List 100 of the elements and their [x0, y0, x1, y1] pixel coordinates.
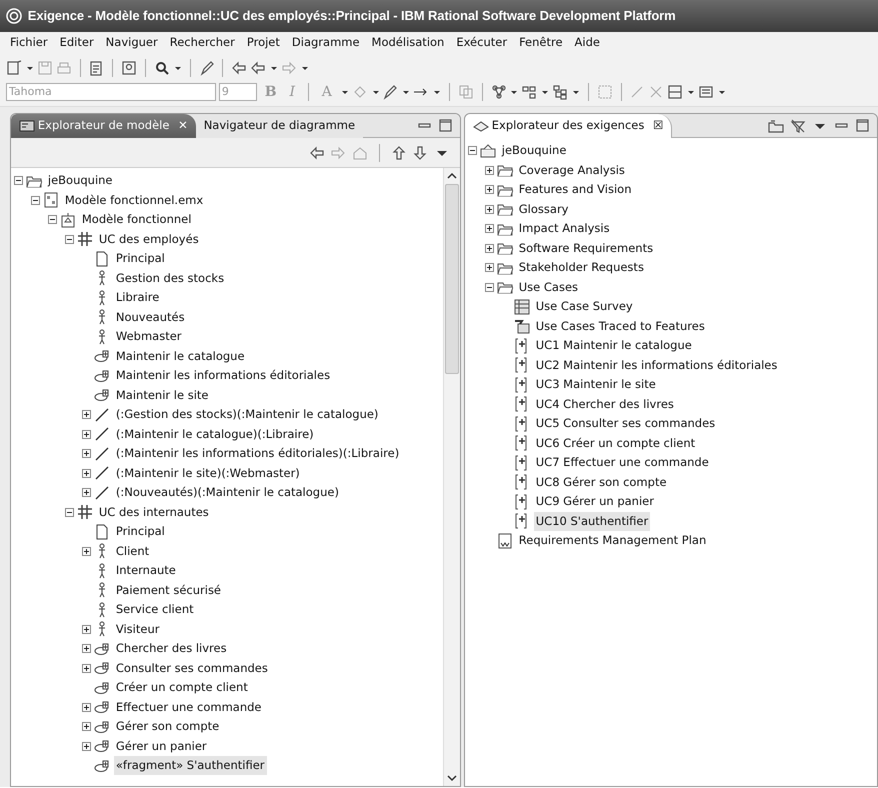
tree-item[interactable]: UC1 Maintenir le catalogue	[534, 336, 694, 356]
expand-toggle[interactable]	[82, 546, 91, 556]
tree-item[interactable]: Maintenir le catalogue	[114, 346, 247, 366]
down-icon[interactable]	[412, 144, 428, 160]
tree-item[interactable]: Client	[114, 542, 152, 561]
tree-item[interactable]: Use Case Survey	[534, 297, 635, 316]
tree-item[interactable]: Principal	[114, 249, 167, 268]
tree-item[interactable]: Webmaster	[114, 327, 184, 346]
close-icon[interactable]: ✕	[178, 117, 188, 135]
tree-item[interactable]: (:Gestion des stocks)(:Maintenir le catalogue)	[114, 405, 380, 424]
menu-item[interactable]: Exécuter	[450, 32, 514, 54]
tree-item[interactable]: Modèle fonctionnel	[80, 210, 194, 230]
folder-stack-icon[interactable]	[768, 118, 784, 134]
tree-item[interactable]: UC3 Maintenir le site	[534, 375, 658, 394]
menu-item[interactable]: Rechercher	[164, 32, 241, 54]
menu-item[interactable]: Diagramme	[286, 32, 366, 54]
maximize-icon[interactable]	[855, 118, 872, 134]
tree-item[interactable]: Gérer un panier	[114, 736, 209, 756]
back-icon[interactable]	[250, 60, 266, 76]
menu-item[interactable]: Modélisation	[366, 32, 450, 54]
tree-item[interactable]: UC2 Maintenir les informations éditoriales	[534, 356, 780, 375]
tree-item[interactable]: Maintenir le site	[114, 386, 210, 405]
tree-item[interactable]: UC10 S'authentifier	[534, 512, 650, 531]
back-icon[interactable]	[231, 60, 248, 76]
tree-item[interactable]: UC4 Chercher des livres	[534, 394, 676, 414]
menu-item[interactable]: Aide	[568, 32, 606, 54]
back-icon[interactable]	[308, 144, 325, 160]
menu-item[interactable]: Editer	[54, 32, 100, 54]
tree-item[interactable]: (:Maintenir le site)(:Webmaster)	[114, 464, 302, 483]
menu-item[interactable]: Naviguer	[100, 32, 164, 54]
filter-icon[interactable]	[790, 118, 806, 134]
collapse-toggle[interactable]	[30, 196, 40, 205]
tree-item[interactable]: Libraire	[114, 288, 162, 308]
tree-item[interactable]: Visiteur	[114, 620, 162, 639]
tree-item[interactable]: Maintenir les informations éditoriales	[114, 366, 332, 386]
tree-item[interactable]: Service client	[114, 600, 196, 620]
expand-toggle[interactable]	[82, 430, 91, 439]
list-icon[interactable]	[698, 84, 714, 100]
boxes-icon[interactable]	[521, 84, 538, 100]
expand-toggle[interactable]	[82, 722, 91, 732]
expand-toggle[interactable]	[484, 166, 494, 175]
close-icon[interactable]: ☒	[652, 117, 664, 135]
expand-toggle[interactable]	[82, 410, 91, 420]
pen-icon[interactable]	[198, 60, 214, 76]
tree-item[interactable]: Modèle fonctionnel.emx	[62, 190, 206, 210]
collapse-toggle[interactable]	[48, 215, 57, 224]
up-icon[interactable]	[390, 144, 407, 160]
tree-item[interactable]: Software Requirements	[516, 238, 656, 258]
expand-toggle[interactable]	[484, 244, 494, 253]
hierarchy-icon[interactable]	[552, 84, 568, 100]
expand-toggle[interactable]	[82, 488, 91, 498]
expand-toggle[interactable]	[82, 742, 91, 751]
expand-toggle[interactable]	[82, 624, 91, 634]
tree-item[interactable]: Effectuer une commande	[114, 698, 264, 717]
collapse-toggle[interactable]	[484, 282, 494, 292]
tree-item[interactable]: Consulter ses commandes	[114, 658, 270, 678]
tree-item[interactable]: Paiement sécurisé	[114, 580, 224, 600]
tree-item[interactable]: Requirements Management Plan	[516, 531, 708, 550]
tree-item[interactable]: Principal	[114, 522, 167, 542]
tree-item[interactable]: UC des internautes	[96, 502, 211, 522]
tree-item[interactable]: Créer un compte client	[114, 678, 250, 698]
expand-toggle[interactable]	[82, 644, 91, 654]
scrollbar[interactable]	[443, 168, 460, 786]
expand-toggle[interactable]	[484, 204, 494, 214]
menu-item[interactable]: Projet	[240, 32, 286, 54]
expand-toggle[interactable]	[484, 224, 494, 234]
tree-item[interactable]: «fragment» S'authentifier	[114, 756, 267, 776]
panel-tab[interactable]: Explorateur de modèle ✕	[11, 114, 196, 138]
tree-item[interactable]: Features and Vision	[516, 180, 634, 200]
expand-toggle[interactable]	[82, 449, 91, 458]
new-icon[interactable]	[6, 60, 22, 76]
tree-item[interactable]: Glossary	[516, 200, 570, 219]
collapse-toggle[interactable]	[14, 176, 23, 186]
tree-item[interactable]: UC6 Créer un compte client	[534, 434, 698, 453]
clipboard-icon[interactable]	[88, 60, 104, 76]
tree-item[interactable]: UC5 Consulter ses commandes	[534, 414, 718, 434]
tree-item[interactable]: jeBouquine	[46, 171, 115, 190]
tree-item[interactable]: Coverage Analysis	[516, 160, 627, 180]
tree-item[interactable]: (:Maintenir les informations éditoriales)(:Libraire)	[114, 444, 402, 464]
menu-item[interactable]: Fichier	[4, 32, 54, 54]
collapse-toggle[interactable]	[64, 234, 74, 244]
pen-icon[interactable]	[382, 84, 398, 100]
tree-item[interactable]: Impact Analysis	[516, 219, 612, 238]
nodes-icon[interactable]	[490, 84, 506, 100]
tree-item[interactable]: jeBouquine	[500, 141, 568, 160]
tree-item[interactable]: Chercher des livres	[114, 639, 229, 658]
menu-item[interactable]: Fenêtre	[513, 32, 569, 54]
tree-item[interactable]: Use Cases Traced to Features	[534, 316, 707, 336]
tree-item[interactable]: UC8 Gérer son compte	[534, 472, 669, 492]
tree-item[interactable]: Nouveautés	[114, 308, 187, 327]
tree-item[interactable]: Internaute	[114, 561, 178, 580]
tree-item[interactable]: UC des employés	[96, 230, 201, 249]
collapse-toggle[interactable]	[64, 508, 74, 517]
tree-item[interactable]: (:Maintenir le catalogue)(:Libraire)	[114, 424, 316, 444]
split-icon[interactable]	[667, 84, 684, 100]
expand-toggle[interactable]	[82, 468, 91, 478]
tree-item[interactable]: UC9 Gérer un panier	[534, 492, 656, 512]
expand-toggle[interactable]	[484, 185, 494, 194]
tree-item[interactable]: UC7 Effectuer une commande	[534, 453, 711, 472]
search-icon[interactable]	[154, 60, 170, 76]
